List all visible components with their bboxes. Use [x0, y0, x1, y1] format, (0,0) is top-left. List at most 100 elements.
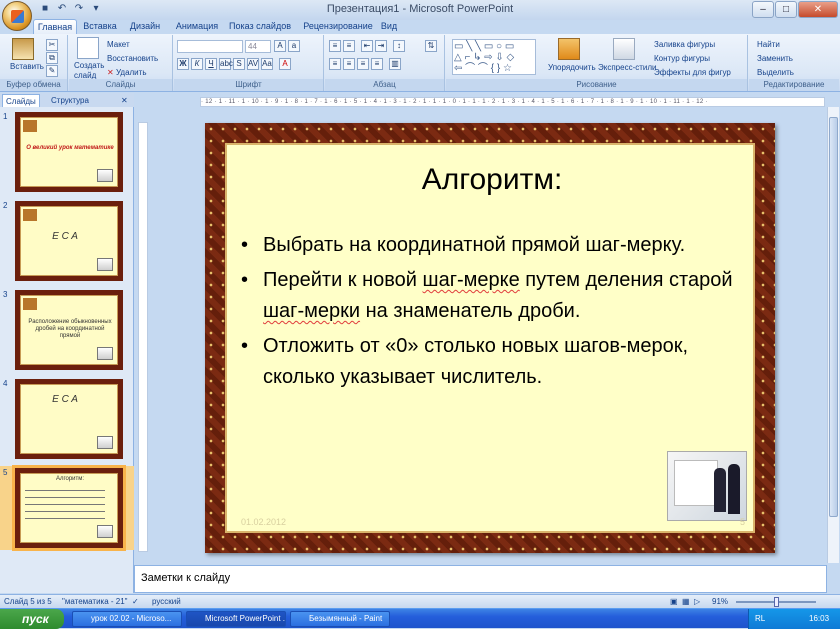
bullet-item[interactable]: Отложить от «0» столько новых шагов-меро…: [241, 331, 741, 393]
tab-insert[interactable]: Вставка: [80, 19, 120, 34]
new-slide-icon[interactable]: [77, 37, 99, 59]
slide-photo[interactable]: [667, 451, 747, 521]
tab-outline[interactable]: Структура: [48, 94, 92, 107]
taskbar-item[interactable]: Безымянный - Paint: [290, 611, 390, 627]
find-button[interactable]: Найти: [757, 40, 780, 50]
font-color-icon[interactable]: A: [279, 58, 291, 70]
slide-thumb-row[interactable]: 1 О великий урок математике: [0, 110, 134, 194]
bullet-list[interactable]: Выбрать на координатной прямой шаг-мерку…: [241, 230, 741, 397]
shrink-font-icon[interactable]: a: [288, 40, 300, 52]
slide-content-area[interactable]: Алгоритм: Выбрать на координатной прямой…: [225, 143, 755, 533]
maximize-button[interactable]: □: [775, 1, 797, 18]
panel-tabs: Слайды Структура ✕: [0, 93, 134, 107]
horizontal-ruler: · 12 · 1 · 11 · 1 · 10 · 1 · 9 · 1 · 8 ·…: [200, 97, 825, 107]
shadow-icon[interactable]: S: [233, 58, 245, 70]
select-button[interactable]: Выделить: [757, 68, 794, 78]
line-spacing-icon[interactable]: ↕: [393, 40, 405, 52]
shape-fill-button[interactable]: Заливка фигуры: [654, 40, 715, 50]
slide-date: 01.02.2012: [241, 517, 287, 527]
tab-review[interactable]: Рецензирование: [298, 19, 378, 34]
numbering-icon[interactable]: ≡: [343, 40, 355, 52]
bullets-icon[interactable]: ≡: [329, 40, 341, 52]
group-label: Редактирование: [749, 79, 839, 91]
bullet-item[interactable]: Выбрать на координатной прямой шаг-мерку…: [241, 230, 741, 261]
spellcheck-icon[interactable]: ✓: [132, 595, 139, 608]
group-label: Слайды: [69, 79, 172, 91]
paste-button[interactable]: Вставить: [10, 62, 44, 72]
spacing-icon[interactable]: AV: [247, 58, 259, 70]
shape-effects-button[interactable]: Эффекты для фигур: [654, 68, 731, 78]
slide-thumb-row[interactable]: 2 E C A: [0, 199, 134, 283]
language-indicator[interactable]: русский: [152, 595, 181, 608]
close-panel-icon[interactable]: ✕: [118, 94, 131, 107]
tab-view[interactable]: Вид: [378, 19, 400, 34]
slideshow-view-icon[interactable]: ▷: [694, 595, 700, 608]
taskbar-item-active[interactable]: Microsoft PowerPoint ...: [186, 611, 286, 627]
font-size-field[interactable]: 44: [245, 40, 271, 53]
office-button[interactable]: [2, 1, 32, 31]
align-right-icon[interactable]: ≡: [357, 58, 369, 70]
slide-thumbnail-selected[interactable]: Алгоритм:: [12, 465, 126, 551]
normal-view-icon[interactable]: ▣: [670, 595, 678, 608]
slide-canvas[interactable]: Алгоритм: Выбрать на координатной прямой…: [205, 123, 775, 553]
tab-home[interactable]: Главная: [33, 19, 77, 34]
format-painter-icon[interactable]: ✎: [46, 65, 58, 77]
start-button[interactable]: пуск: [0, 609, 64, 629]
replace-button[interactable]: Заменить: [757, 54, 793, 64]
increase-indent-icon[interactable]: ⇥: [375, 40, 387, 52]
tab-animation[interactable]: Анимация: [170, 19, 224, 34]
group-slides: Создать слайд Макет Восстановить ✕ Удали…: [69, 35, 173, 91]
cut-icon[interactable]: ✂: [46, 39, 58, 51]
scrollbar-thumb[interactable]: [829, 117, 838, 517]
arrange-icon[interactable]: [558, 38, 580, 60]
copy-icon[interactable]: ⧉: [46, 52, 58, 64]
italic-icon[interactable]: К: [191, 58, 203, 70]
text-direction-icon[interactable]: ⇅: [425, 40, 437, 52]
align-center-icon[interactable]: ≡: [343, 58, 355, 70]
bullet-item[interactable]: Перейти к новой шаг-мерке путем деления …: [241, 265, 741, 327]
person-shape: [714, 468, 726, 512]
delete-slide-button[interactable]: ✕ Удалить: [107, 68, 146, 78]
columns-icon[interactable]: ▥: [389, 58, 401, 70]
slide-title[interactable]: Алгоритм:: [227, 163, 757, 197]
underline-icon[interactable]: Ч: [205, 58, 217, 70]
slide-thumbnail[interactable]: О великий урок математике: [15, 112, 123, 192]
thumb-picture: [97, 169, 113, 182]
reset-button[interactable]: Восстановить: [107, 54, 158, 64]
shape-outline-button[interactable]: Контур фигуры: [654, 54, 710, 64]
slide-thumbnail[interactable]: E C A: [15, 201, 123, 281]
vertical-scrollbar[interactable]: [827, 107, 839, 563]
zoom-slider-thumb[interactable]: [774, 597, 779, 607]
shapes-gallery[interactable]: ▭ ╲ ╲ ▭ ○ ▭ △ ⌐ ↳ ⇨ ⇩ ◇ ⇦ ⌒ ⌒ { } ☆: [452, 39, 536, 75]
layout-button[interactable]: Макет: [107, 40, 130, 50]
bold-icon[interactable]: Ж: [177, 58, 189, 70]
minimize-button[interactable]: –: [752, 1, 774, 18]
tab-slides[interactable]: Слайды: [2, 94, 40, 107]
change-case-icon[interactable]: Aa: [261, 58, 273, 70]
arrange-button[interactable]: Упорядочить: [548, 63, 596, 73]
tab-design[interactable]: Дизайн: [125, 19, 165, 34]
justify-icon[interactable]: ≡: [371, 58, 383, 70]
slide-number: 5: [3, 468, 8, 477]
slide-thumb-row[interactable]: 3 Расположение обыкновенных дробей на ко…: [0, 288, 134, 372]
slide-thumbnail[interactable]: Расположение обыкновенных дробей на коор…: [15, 290, 123, 370]
align-left-icon[interactable]: ≡: [329, 58, 341, 70]
sorter-view-icon[interactable]: ▦: [682, 595, 690, 608]
grow-font-icon[interactable]: A: [274, 40, 286, 52]
paste-icon[interactable]: [12, 38, 34, 60]
strikethrough-icon[interactable]: abc: [219, 58, 233, 70]
tab-slideshow[interactable]: Показ слайдов: [228, 19, 292, 34]
slide-thumb-row-selected[interactable]: 5 Алгоритм:: [0, 465, 134, 551]
quick-styles-button[interactable]: Экспресс-стили: [598, 63, 657, 73]
font-name-field[interactable]: [177, 40, 243, 53]
quick-styles-icon[interactable]: [613, 38, 635, 60]
notes-pane[interactable]: Заметки к слайду: [134, 565, 827, 593]
new-slide-button[interactable]: Создать слайд: [74, 61, 104, 81]
zoom-level[interactable]: 91%: [712, 595, 728, 608]
slide-thumbnail[interactable]: E C A: [15, 379, 123, 459]
keyboard-language[interactable]: RL: [755, 609, 765, 629]
decrease-indent-icon[interactable]: ⇤: [361, 40, 373, 52]
taskbar-item[interactable]: урок 02.02 - Microso...: [72, 611, 182, 627]
close-button[interactable]: ✕: [798, 1, 838, 18]
slide-thumb-row[interactable]: 4 E C A: [0, 377, 134, 461]
